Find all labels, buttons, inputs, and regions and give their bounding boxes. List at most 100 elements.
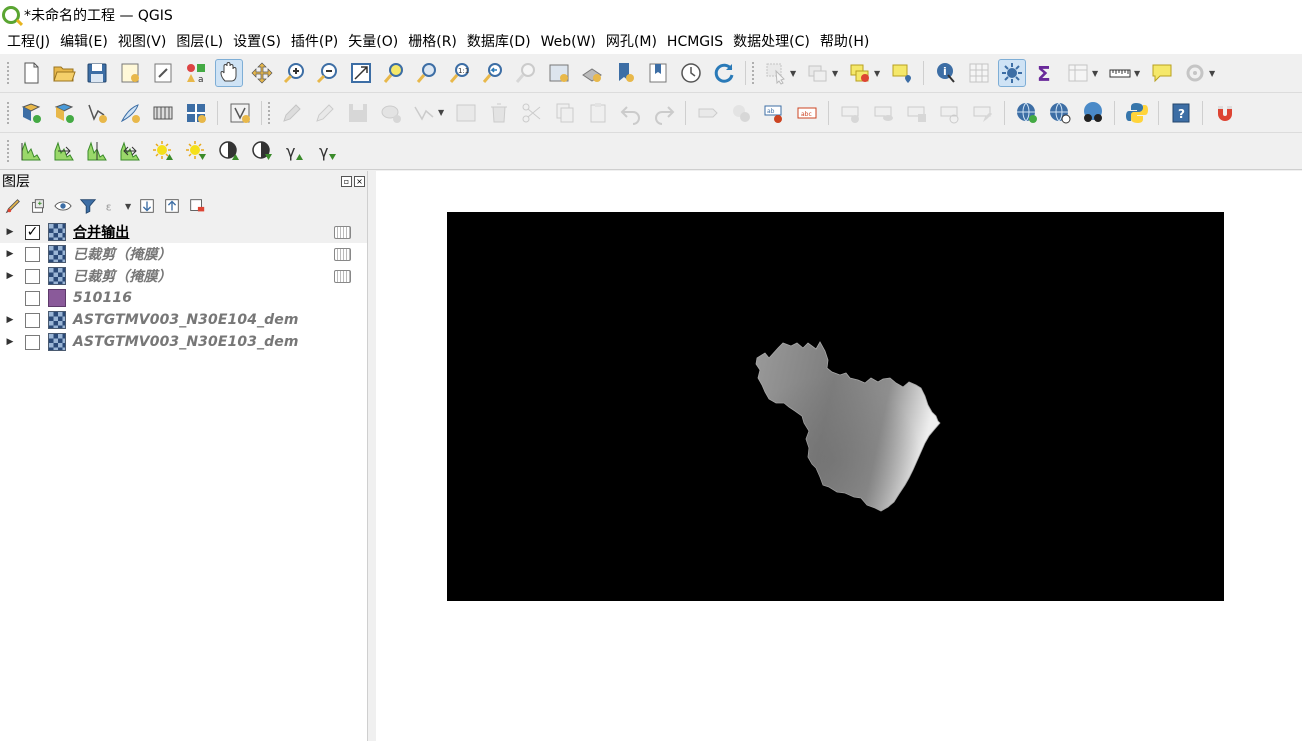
vertex-tool-icon[interactable] — [226, 99, 254, 127]
zoom-to-selection-icon[interactable] — [380, 59, 408, 87]
layer-visibility-checkbox[interactable] — [25, 268, 40, 284]
toolbar-grip[interactable] — [6, 100, 10, 125]
memory-layer-icon[interactable] — [334, 247, 351, 261]
layer-row[interactable]: ▶ 已裁剪（掩膜） — [0, 243, 367, 265]
edit-toggle-icon[interactable] — [278, 99, 306, 127]
histogram-icon[interactable] — [17, 137, 45, 165]
menu-vector[interactable]: 矢量(O) — [343, 30, 403, 54]
memory-layer-icon[interactable] — [334, 269, 351, 283]
annotation-icon[interactable] — [888, 59, 916, 87]
gamma-up-icon[interactable]: γ — [281, 137, 309, 165]
rotate-label-icon[interactable] — [903, 99, 931, 127]
zoom-to-layer-icon[interactable] — [413, 59, 441, 87]
filter-icon[interactable] — [77, 195, 99, 217]
layer-visibility-checkbox[interactable] — [25, 334, 40, 350]
redo-icon[interactable] — [650, 99, 678, 127]
new-bookmark-icon[interactable] — [611, 59, 639, 87]
expand-arrow-icon[interactable]: ▶ — [2, 337, 18, 347]
edit-label-icon[interactable] — [969, 99, 997, 127]
label-pin-icon[interactable] — [727, 99, 755, 127]
chevron-down-icon[interactable]: ▼ — [790, 69, 798, 78]
new-project-icon[interactable] — [17, 59, 45, 87]
new-print-layout-icon[interactable] — [116, 59, 144, 87]
identify-icon[interactable]: i — [932, 59, 960, 87]
help-icon[interactable]: ? — [1167, 99, 1195, 127]
label-highlight-icon[interactable]: ab — [760, 99, 788, 127]
memory-layer-icon[interactable] — [334, 225, 351, 239]
expand-arrow-icon[interactable]: ▶ — [2, 227, 18, 237]
python-icon[interactable] — [1123, 99, 1151, 127]
temporal-controller-icon[interactable] — [677, 59, 705, 87]
vertex-editor-icon[interactable] — [410, 99, 438, 127]
toolbar-grip[interactable] — [751, 61, 755, 85]
sum-icon[interactable]: Σ — [1031, 59, 1059, 87]
menu-plugins[interactable]: 插件(P) — [286, 30, 343, 54]
menu-settings[interactable]: 设置(S) — [228, 30, 286, 54]
menu-database[interactable]: 数据库(D) — [462, 30, 536, 54]
visibility-eye-icon[interactable] — [52, 195, 74, 217]
menu-web[interactable]: Web(W) — [536, 30, 601, 54]
layer-visibility-checkbox[interactable] — [25, 246, 40, 262]
expand-all-icon[interactable] — [136, 195, 158, 217]
chevron-down-icon[interactable]: ▼ — [1092, 69, 1100, 78]
toolbar-grip[interactable] — [6, 61, 10, 85]
menu-help[interactable]: 帮助(H) — [815, 30, 874, 54]
paste-icon[interactable] — [584, 99, 612, 127]
brightness-down-icon[interactable] — [182, 137, 210, 165]
histogram-stretch-icon[interactable] — [50, 137, 78, 165]
select-features-icon[interactable] — [762, 59, 790, 87]
modify-attributes-icon[interactable] — [452, 99, 480, 127]
attribute-table-icon[interactable] — [965, 59, 993, 87]
undo-icon[interactable] — [617, 99, 645, 127]
map-tips-icon[interactable] — [1148, 59, 1176, 87]
zoom-next-icon[interactable] — [512, 59, 540, 87]
contrast-up-icon[interactable] — [215, 137, 243, 165]
layer-row[interactable]: ▶ ASTGTMV003_N30E104_dem — [0, 309, 367, 331]
show-labels-icon[interactable]: abc — [793, 99, 821, 127]
measure-icon[interactable] — [1106, 59, 1134, 87]
new-3d-view-icon[interactable] — [578, 59, 606, 87]
histogram-local-icon[interactable] — [83, 137, 111, 165]
map-canvas[interactable] — [376, 171, 1302, 741]
pencil-icon[interactable] — [311, 99, 339, 127]
menu-raster[interactable]: 栅格(R) — [403, 30, 462, 54]
chevron-down-icon[interactable]: ▼ — [438, 108, 446, 117]
toolbar-grip[interactable] — [6, 139, 10, 163]
layer-visibility-checkbox[interactable] — [25, 290, 40, 306]
close-icon[interactable]: × — [354, 175, 365, 187]
style-manager-icon[interactable]: a — [182, 59, 210, 87]
open-project-icon[interactable] — [50, 59, 78, 87]
add-feature-icon[interactable] — [377, 99, 405, 127]
statistics-icon[interactable] — [997, 59, 1026, 87]
zoom-out-icon[interactable] — [314, 59, 342, 87]
grid-icon[interactable] — [182, 99, 210, 127]
locator-icon[interactable] — [1181, 59, 1209, 87]
expand-arrow-icon[interactable]: ▶ — [2, 249, 18, 259]
label-icon[interactable] — [694, 99, 722, 127]
refresh-icon[interactable] — [710, 59, 738, 87]
pan-to-selection-icon[interactable] — [248, 59, 276, 87]
virtual-layer-icon[interactable] — [149, 99, 177, 127]
collapse-all-icon[interactable] — [161, 195, 183, 217]
gamma-down-icon[interactable]: γ — [314, 137, 342, 165]
remove-layer-icon[interactable] — [186, 195, 208, 217]
cut-icon[interactable] — [518, 99, 546, 127]
menu-mesh[interactable]: 网孔(M) — [601, 30, 662, 54]
add-raster-layer-icon[interactable] — [50, 99, 78, 127]
brightness-up-icon[interactable] — [149, 137, 177, 165]
change-label-icon[interactable] — [936, 99, 964, 127]
zoom-native-icon[interactable]: 1:1 — [446, 59, 474, 87]
deselect-icon[interactable] — [804, 59, 832, 87]
field-calculator-icon[interactable] — [1064, 59, 1092, 87]
copy-icon[interactable] — [551, 99, 579, 127]
layer-row[interactable]: ▶ 已裁剪（掩膜） — [0, 265, 367, 287]
expand-arrow-icon[interactable]: ▶ — [2, 315, 18, 325]
chevron-down-icon[interactable]: ▼ — [832, 69, 840, 78]
binoculars-icon[interactable] — [1079, 99, 1107, 127]
menu-processing[interactable]: 数据处理(C) — [728, 30, 815, 54]
panel-splitter[interactable] — [368, 171, 376, 741]
new-map-view-icon[interactable] — [545, 59, 573, 87]
contrast-down-icon[interactable] — [248, 137, 276, 165]
zoom-full-icon[interactable] — [347, 59, 375, 87]
layout-manager-icon[interactable] — [149, 59, 177, 87]
